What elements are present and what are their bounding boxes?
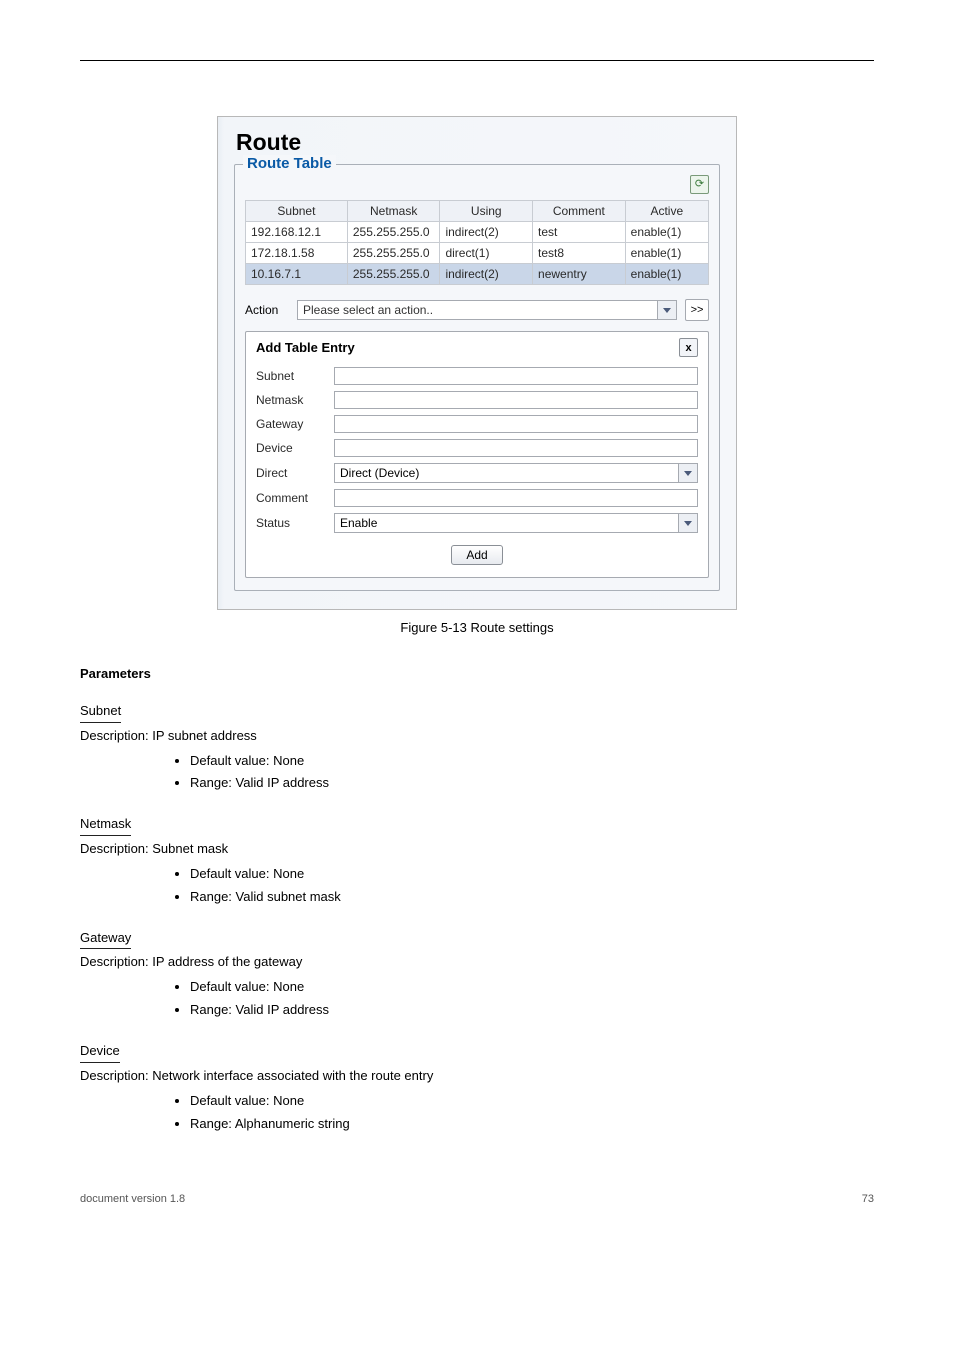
add-entry-panel: Add Table Entry x Subnet Netmask Gateway…	[245, 331, 709, 578]
panel-title: Route	[236, 129, 720, 156]
netmask-label: Netmask	[256, 393, 334, 407]
action-go-button[interactable]: >>	[685, 299, 709, 321]
list-item: Range: Valid subnet mask	[190, 888, 874, 907]
cell: 255.255.255.0	[347, 222, 440, 243]
col-using[interactable]: Using	[440, 201, 533, 222]
col-active[interactable]: Active	[625, 201, 708, 222]
device-label: Device	[256, 441, 334, 455]
add-button[interactable]: Add	[451, 545, 502, 565]
cell: indirect(2)	[440, 222, 533, 243]
device-input[interactable]	[334, 439, 698, 457]
term-device: Device	[80, 1042, 120, 1063]
route-table-fieldset: Route Table ⟳ Subnet Netmask Using Comme…	[234, 164, 720, 591]
cell: newentry	[533, 264, 626, 285]
cell: direct(1)	[440, 243, 533, 264]
term-subnet: Subnet	[80, 702, 121, 723]
footer-left: document version 1.8	[80, 1193, 185, 1205]
col-subnet[interactable]: Subnet	[246, 201, 348, 222]
cell: test	[533, 222, 626, 243]
cell: 172.18.1.58	[246, 243, 348, 264]
list-item: Default value: None	[190, 1092, 874, 1111]
cell: indirect(2)	[440, 264, 533, 285]
add-entry-title: Add Table Entry	[256, 340, 355, 355]
action-select-value: Please select an action..	[303, 303, 433, 317]
cell: 192.168.12.1	[246, 222, 348, 243]
status-select-value: Enable	[340, 516, 377, 530]
fieldset-legend: Route Table	[243, 155, 336, 172]
status-select[interactable]: Enable	[334, 513, 698, 533]
cell: 255.255.255.0	[347, 264, 440, 285]
col-netmask[interactable]: Netmask	[347, 201, 440, 222]
comment-label: Comment	[256, 491, 334, 505]
list-item: Default value: None	[190, 978, 874, 997]
list-item: Range: Alphanumeric string	[190, 1115, 874, 1134]
chevron-down-icon	[678, 514, 697, 532]
term-gateway: Gateway	[80, 929, 131, 950]
footer-right: 73	[862, 1193, 874, 1205]
route-table: Subnet Netmask Using Comment Active 192.…	[245, 200, 709, 285]
close-icon[interactable]: x	[679, 338, 698, 357]
subnet-label: Subnet	[256, 369, 334, 383]
table-row[interactable]: 10.16.7.1 255.255.255.0 indirect(2) newe…	[246, 264, 709, 285]
cell: test8	[533, 243, 626, 264]
direct-label: Direct	[256, 466, 334, 480]
cell: enable(1)	[625, 243, 708, 264]
list-item: Default value: None	[190, 752, 874, 771]
netmask-input[interactable]	[334, 391, 698, 409]
list-item: Range: Valid IP address	[190, 1001, 874, 1020]
comment-input[interactable]	[334, 489, 698, 507]
action-select[interactable]: Please select an action..	[297, 300, 677, 320]
cell: enable(1)	[625, 264, 708, 285]
cell: 255.255.255.0	[347, 243, 440, 264]
parameters-heading: Parameters	[80, 665, 874, 684]
action-label: Action	[245, 303, 289, 317]
chevron-down-icon	[678, 464, 697, 482]
term-device-desc: Description: Network interface associate…	[80, 1067, 874, 1086]
term-netmask-desc: Description: Subnet mask	[80, 840, 874, 859]
col-comment[interactable]: Comment	[533, 201, 626, 222]
gateway-label: Gateway	[256, 417, 334, 431]
list-item: Default value: None	[190, 865, 874, 884]
table-row[interactable]: 172.18.1.58 255.255.255.0 direct(1) test…	[246, 243, 709, 264]
table-row[interactable]: 192.168.12.1 255.255.255.0 indirect(2) t…	[246, 222, 709, 243]
refresh-icon[interactable]: ⟳	[690, 175, 709, 194]
subnet-input[interactable]	[334, 367, 698, 385]
list-item: Range: Valid IP address	[190, 774, 874, 793]
term-subnet-desc: Description: IP subnet address	[80, 727, 874, 746]
figure-caption: Figure 5-13 Route settings	[80, 620, 874, 635]
chevron-down-icon	[657, 301, 676, 319]
direct-select[interactable]: Direct (Device)	[334, 463, 698, 483]
route-panel: Route Route Table ⟳ Subnet Netmask Using…	[217, 116, 737, 610]
direct-select-value: Direct (Device)	[340, 466, 419, 480]
cell: enable(1)	[625, 222, 708, 243]
status-label: Status	[256, 516, 334, 530]
cell: 10.16.7.1	[246, 264, 348, 285]
gateway-input[interactable]	[334, 415, 698, 433]
term-netmask: Netmask	[80, 815, 131, 836]
term-gateway-desc: Description: IP address of the gateway	[80, 953, 874, 972]
